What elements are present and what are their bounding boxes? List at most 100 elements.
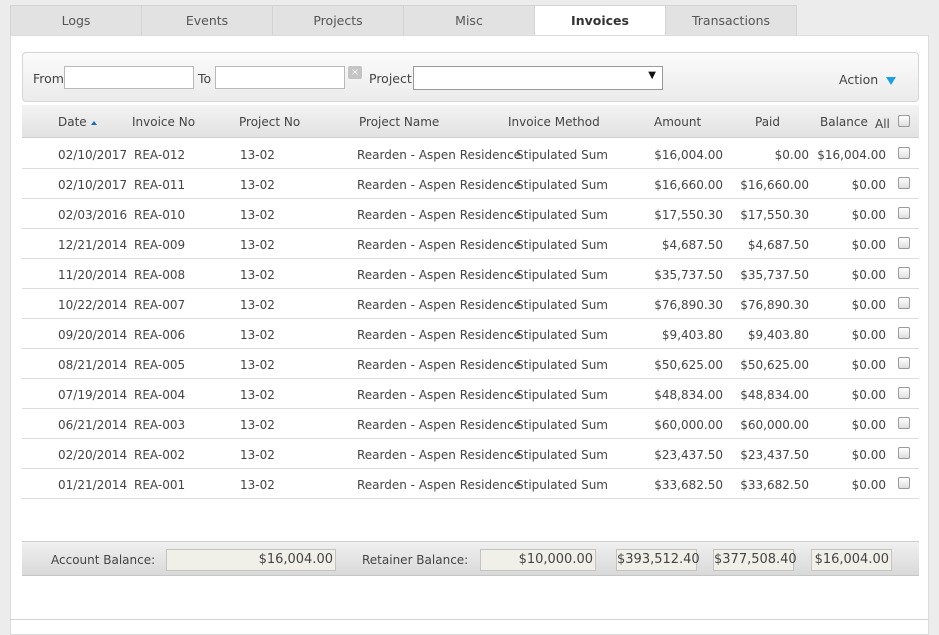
invoice-number: REA-008: [134, 268, 186, 282]
invoice-amount: $9,403.80: [661, 328, 723, 342]
select-all-checkbox[interactable]: [898, 115, 910, 127]
invoice-balance: $16,004.00: [817, 148, 886, 162]
table-row[interactable]: 09/20/2014 REA-006 13-02 Rearden - Aspen Re…: [22, 319, 919, 349]
invoice-amount: $17,550.30: [654, 208, 723, 222]
project-name: Rearden - Aspen Residence: [357, 178, 522, 192]
project-number: 13-02: [240, 238, 275, 252]
total-paid-value: $377,508.40: [713, 549, 797, 571]
project-number: 13-02: [240, 268, 275, 282]
invoice-amount: $50,625.00: [654, 358, 723, 372]
account-balance-label: Account Balance:: [51, 553, 156, 567]
invoice-date: 02/10/2017: [58, 148, 128, 162]
retainer-balance-value: $10,000.00: [480, 549, 596, 571]
table-row[interactable]: 10/22/2014 REA-007 13-02 Rearden - Aspen Re…: [22, 289, 919, 319]
invoice-method: Stipulated Sum: [516, 388, 608, 402]
invoice-method: Stipulated Sum: [516, 418, 608, 432]
table-row[interactable]: 06/21/2014 REA-003 13-02 Rearden - Aspen Re…: [22, 409, 919, 439]
column-header-project-no[interactable]: Project No: [239, 115, 300, 129]
table-row[interactable]: 12/21/2014 REA-009 13-02 Rearden - Aspen Re…: [22, 229, 919, 259]
column-header-invoice-method[interactable]: Invoice Method: [508, 115, 600, 129]
row-select-checkbox[interactable]: [898, 177, 910, 189]
invoice-method: Stipulated Sum: [516, 178, 608, 192]
row-select-checkbox[interactable]: [898, 387, 910, 399]
tab-logs[interactable]: Logs: [10, 5, 142, 36]
project-name: Rearden - Aspen Residence: [357, 478, 522, 492]
tab-misc[interactable]: Misc: [404, 5, 535, 36]
row-select-checkbox[interactable]: [898, 357, 910, 369]
invoice-paid: $4,687.50: [747, 238, 809, 252]
invoice-balance: $0.00: [851, 298, 886, 312]
to-date-input[interactable]: [215, 66, 345, 89]
column-header-invoice-no[interactable]: Invoice No: [132, 115, 195, 129]
invoice-date: 08/21/2014: [58, 358, 128, 372]
row-select-checkbox[interactable]: [898, 147, 910, 159]
clear-dates-icon[interactable]: ×: [348, 66, 362, 79]
tab-events[interactable]: Events: [142, 5, 273, 36]
project-name: Rearden - Aspen Residence: [357, 148, 522, 162]
invoice-number: REA-003: [134, 418, 186, 432]
row-select-checkbox[interactable]: [898, 477, 910, 489]
invoice-balance: $0.00: [851, 418, 886, 432]
action-menu-button[interactable]: Action: [839, 72, 897, 87]
column-header-project-name[interactable]: Project Name: [359, 115, 439, 129]
invoice-paid: $17,550.30: [740, 208, 809, 222]
filter-bar: From To × Project ▼ Action: [22, 52, 919, 102]
project-number: 13-02: [240, 478, 275, 492]
invoice-amount: $33,682.50: [654, 478, 723, 492]
invoice-amount: $23,437.50: [654, 448, 723, 462]
invoice-method: Stipulated Sum: [516, 238, 608, 252]
project-number: 13-02: [240, 388, 275, 402]
row-select-checkbox[interactable]: [898, 447, 910, 459]
table-row[interactable]: 01/21/2014 REA-001 13-02 Rearden - Aspen Re…: [22, 469, 919, 499]
invoice-amount: $16,660.00: [654, 178, 723, 192]
tab-transactions[interactable]: Transactions: [666, 5, 797, 36]
table-row[interactable]: 02/10/2017 REA-011 13-02 Rearden - Aspen Re…: [22, 169, 919, 199]
column-header-date[interactable]: Date: [58, 115, 97, 129]
from-date-input[interactable]: [64, 66, 194, 89]
project-name: Rearden - Aspen Residence: [357, 448, 522, 462]
invoice-number: REA-001: [134, 478, 186, 492]
row-select-checkbox[interactable]: [898, 417, 910, 429]
invoice-paid: $16,660.00: [740, 178, 809, 192]
row-select-checkbox[interactable]: [898, 267, 910, 279]
tab-invoices[interactable]: Invoices: [535, 5, 666, 36]
invoice-method: Stipulated Sum: [516, 358, 608, 372]
invoice-amount: $48,834.00: [654, 388, 723, 402]
row-select-checkbox[interactable]: [898, 207, 910, 219]
from-label: From: [33, 71, 64, 86]
project-name: Rearden - Aspen Residence: [357, 388, 522, 402]
invoice-date: 09/20/2014: [58, 328, 128, 342]
invoice-balance: $0.00: [851, 478, 886, 492]
table-row[interactable]: 02/10/2017 REA-012 13-02 Rearden - Aspen Re…: [22, 139, 919, 169]
invoice-date: 11/20/2014: [58, 268, 128, 282]
project-number: 13-02: [240, 148, 275, 162]
table-row[interactable]: 02/03/2016 REA-010 13-02 Rearden - Aspen Re…: [22, 199, 919, 229]
project-number: 13-02: [240, 298, 275, 312]
invoice-balance: $0.00: [851, 358, 886, 372]
table-header: Date Invoice No Project No Project Name …: [22, 105, 919, 138]
column-header-amount[interactable]: Amount: [654, 115, 701, 129]
tab-projects[interactable]: Projects: [273, 5, 404, 36]
invoice-date: 07/19/2014: [58, 388, 128, 402]
table-row[interactable]: 11/20/2014 REA-008 13-02 Rearden - Aspen Re…: [22, 259, 919, 289]
invoice-date: 02/03/2016: [58, 208, 128, 222]
table-row[interactable]: 08/21/2014 REA-005 13-02 Rearden - Aspen Re…: [22, 349, 919, 379]
invoice-paid: $50,625.00: [740, 358, 809, 372]
invoice-balance: $0.00: [851, 208, 886, 222]
column-header-paid[interactable]: Paid: [755, 115, 780, 129]
invoice-balance: $0.00: [851, 238, 886, 252]
row-select-checkbox[interactable]: [898, 237, 910, 249]
account-balance-value: $16,004.00: [166, 549, 336, 571]
row-select-checkbox[interactable]: [898, 297, 910, 309]
invoice-paid: $33,682.50: [740, 478, 809, 492]
invoice-paid: $76,890.30: [740, 298, 809, 312]
project-number: 13-02: [240, 358, 275, 372]
table-row[interactable]: 02/20/2014 REA-002 13-02 Rearden - Aspen Re…: [22, 439, 919, 469]
to-label: To: [198, 71, 212, 86]
project-select[interactable]: ▼: [413, 66, 663, 90]
row-select-checkbox[interactable]: [898, 327, 910, 339]
invoice-number: REA-012: [134, 148, 186, 162]
table-row[interactable]: 07/19/2014 REA-004 13-02 Rearden - Aspen Re…: [22, 379, 919, 409]
invoice-balance: $0.00: [851, 328, 886, 342]
column-header-balance[interactable]: Balance: [820, 115, 868, 129]
